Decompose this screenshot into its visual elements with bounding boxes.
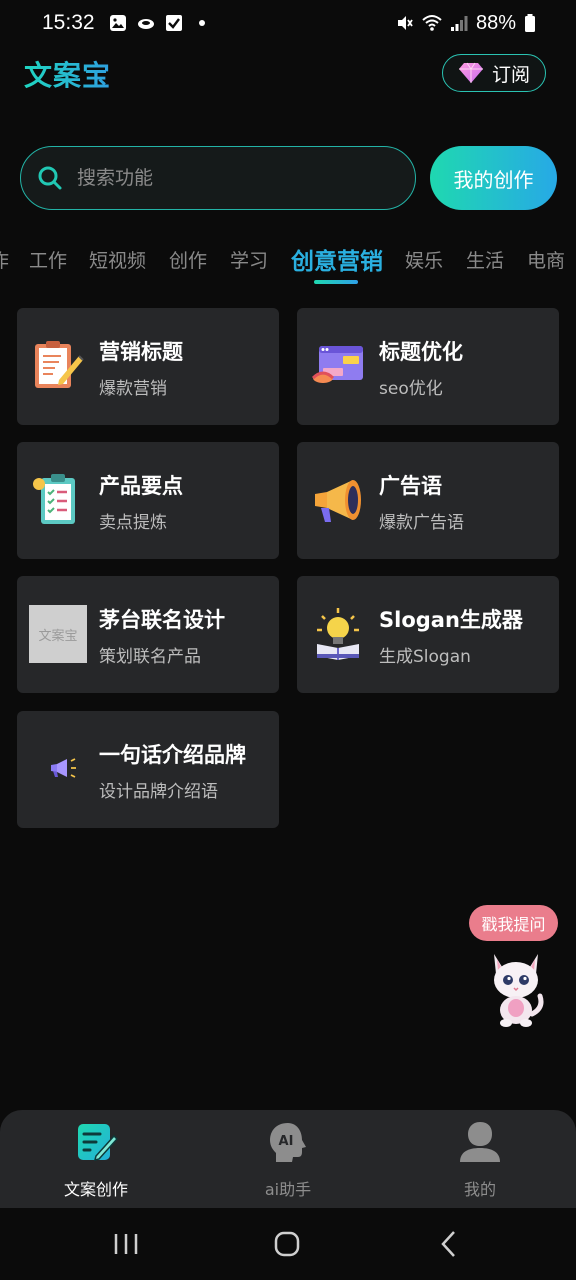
gallery-icon [109,15,126,31]
app-header: 文案宝 订阅 [0,50,576,96]
battery-percent: 88% [475,11,516,34]
lightbulb-book-icon [317,608,359,660]
placeholder-text: 文案宝 [38,628,78,644]
card-title: 标题优化 [379,340,463,364]
app-logo: 文案宝 [24,54,111,94]
back-icon[interactable] [432,1228,468,1260]
card-title: 广告语 [379,474,442,498]
card-title: 一句话介绍品牌 [99,743,246,767]
card-title: 茅台联名设计 [99,608,225,632]
card-slogan-generator[interactable]: Slogan生成器 生成Slogan [297,576,559,693]
subscribe-button[interactable]: 订阅 [442,54,546,92]
card-brand-intro[interactable]: 一句话介绍品牌 设计品牌介绍语 [17,711,279,828]
card-subtitle: 设计品牌介绍语 [99,782,218,802]
category-tabs: 作 工作 短视频 创作 学习 创意营销 娱乐 生活 电商 [0,240,576,290]
signal-icon [450,16,468,31]
megaphone-icon [315,480,361,522]
tab-partial[interactable]: 作 [0,246,9,273]
checklist-icon [33,474,75,524]
web-browser-icon [311,346,363,383]
notification-dot [198,20,205,26]
card-title: 产品要点 [99,474,183,498]
placeholder-image: 文案宝 [29,605,87,663]
tab-life[interactable]: 生活 [466,246,504,273]
svg-text:AI: AI [279,1134,294,1149]
nav-label: 我的 [463,1180,496,1199]
small-megaphone-icon [51,758,76,778]
card-subtitle: 爆款营销 [99,379,167,399]
status-time: 15:32 [42,11,95,34]
battery-icon [525,14,535,32]
card-product-points[interactable]: 产品要点 卖点提炼 [17,442,279,559]
my-creation-button[interactable]: 我的创作 [430,146,557,210]
search-icon [38,166,62,190]
ask-question-bubble[interactable]: 戳我提问 [469,905,558,941]
card-subtitle: 生成Slogan [379,647,471,667]
tab-ecommerce[interactable]: 电商 [527,246,565,273]
tab-work[interactable]: 工作 [29,246,67,273]
nav-copywriting[interactable]: 文案创作 [26,1120,166,1200]
card-subtitle: 策划联名产品 [99,647,201,667]
mute-icon [397,16,413,30]
subscribe-label: 订阅 [491,63,530,86]
card-subtitle: 爆款广告语 [379,513,464,533]
card-title: 营销标题 [99,340,183,364]
ai-head-icon: AI [270,1123,306,1162]
tab-study[interactable]: 学习 [230,246,268,273]
card-moutai-cobrand[interactable]: 文案宝 茅台联名设计 策划联名产品 [17,576,279,693]
nav-profile[interactable]: 我的 [410,1120,550,1200]
wifi-icon [422,15,442,31]
card-subtitle: seo优化 [379,379,443,399]
system-navigation-bar [0,1208,576,1280]
cloud-icon [137,19,154,29]
home-icon[interactable] [269,1228,305,1260]
card-title: Slogan生成器 [379,608,523,632]
clipboard-pencil-icon [35,341,84,388]
nav-label: ai助手 [264,1180,312,1199]
nav-ai-assistant[interactable]: AI ai助手 [218,1120,358,1200]
checkbox-icon [165,15,182,31]
card-subtitle: 卖点提炼 [99,513,167,533]
tab-entertainment[interactable]: 娱乐 [405,246,443,273]
card-slogan-ad[interactable]: 广告语 爆款广告语 [297,442,559,559]
recent-apps-icon[interactable] [108,1228,144,1260]
cat-mascot-icon[interactable] [484,948,548,1028]
tab-creation[interactable]: 创作 [169,246,207,273]
user-icon [460,1122,500,1162]
nav-label: 文案创作 [63,1180,128,1199]
tab-short-video[interactable]: 短视频 [89,246,146,273]
search-box[interactable] [20,146,416,210]
tab-creative-marketing[interactable]: 创意营销 [291,242,383,276]
status-bar: 15:32 88% [0,0,576,46]
diamond-icon [458,62,483,83]
card-title-optimization[interactable]: 标题优化 seo优化 [297,308,559,425]
edit-document-icon [78,1124,118,1162]
card-marketing-title[interactable]: 营销标题 爆款营销 [17,308,279,425]
search-input[interactable] [77,167,377,189]
active-tab-indicator [314,280,358,284]
bottom-navigation: 文案创作 AI ai助手 我的 [0,1110,576,1208]
